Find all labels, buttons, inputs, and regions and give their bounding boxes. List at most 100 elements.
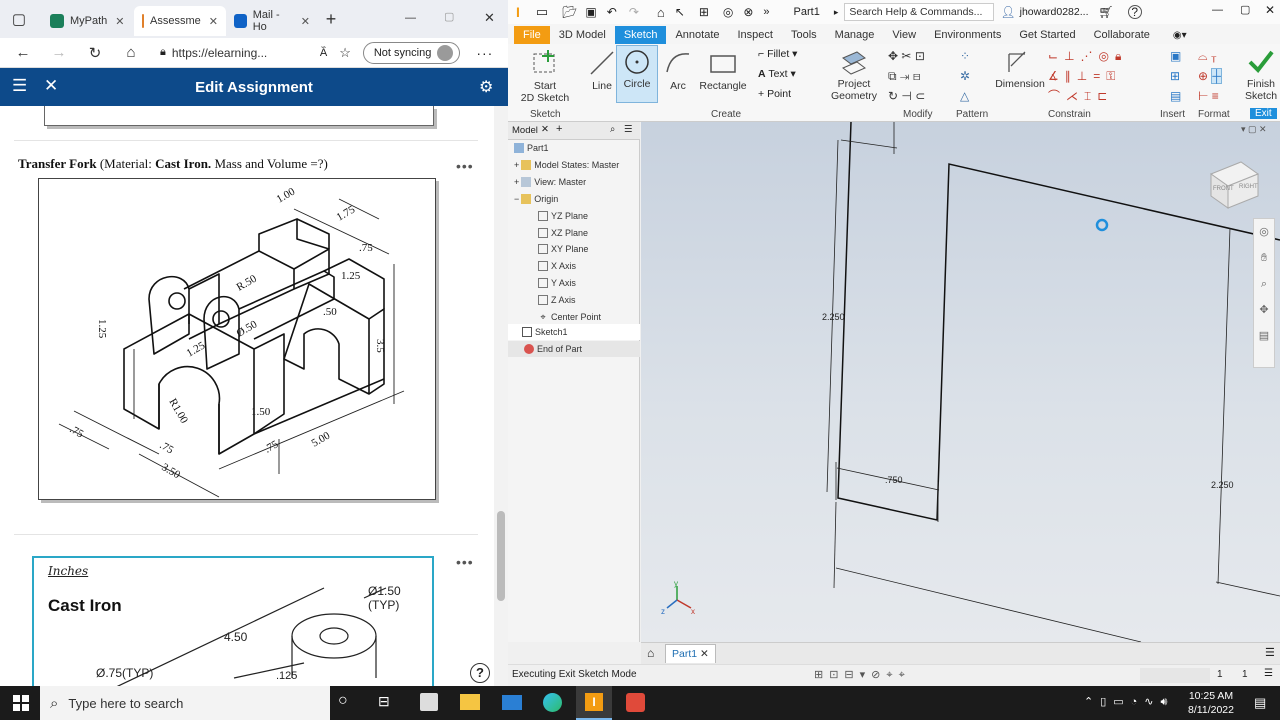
arc-button[interactable]: Arc <box>660 46 696 104</box>
expand-icon[interactable]: ▸ <box>834 7 839 18</box>
update-icon[interactable]: ⊞ <box>699 5 709 19</box>
close-window-icon[interactable]: ✕ <box>1265 3 1275 17</box>
tab-list-icon[interactable]: ☰ <box>1265 646 1275 659</box>
group-label-create[interactable]: Create <box>711 109 741 120</box>
favorite-icon[interactable]: ☆ <box>339 45 351 61</box>
new-file-icon[interactable]: ▭ <box>536 4 548 20</box>
tab-sketch[interactable]: Sketch <box>614 26 667 44</box>
split-icon[interactable]: ⊣ <box>901 89 911 103</box>
undo-icon[interactable]: ↶ <box>607 5 617 19</box>
show-format-icon[interactable]: ≡ <box>1212 89 1219 103</box>
graphics-window-controls[interactable]: ▾ ▢ ✕ <box>1241 124 1267 135</box>
add-panel-icon[interactable]: + <box>556 123 562 135</box>
tab-annotate[interactable]: Annotate <box>666 26 728 44</box>
insert-image-icon[interactable]: ▣ <box>1170 49 1181 63</box>
clear-icon[interactable]: ⊗ <box>743 5 753 19</box>
view-face-icon[interactable]: ▤ <box>1254 323 1274 349</box>
recording-app-icon[interactable] <box>626 693 645 712</box>
home-icon[interactable]: ⌂ <box>118 44 144 61</box>
text-button[interactable]: A Text ▾ <box>758 68 796 82</box>
document-tab-part1[interactable]: Part1 ✕ <box>665 644 716 663</box>
lock-icon[interactable]: 🔒︎ <box>1115 49 1127 63</box>
select-icon[interactable]: ↖ <box>675 5 685 19</box>
rectangle-button[interactable]: Rectangle <box>698 46 748 104</box>
tab-actions-icon[interactable]: ▢ <box>6 10 32 28</box>
help-search-field[interactable]: Search Help & Commands... <box>844 3 995 21</box>
horizontal-icon[interactable]: ⊥ <box>1077 69 1093 83</box>
group-label-constrain[interactable]: Constrain <box>1048 109 1091 120</box>
minimize-icon[interactable]: — <box>1212 4 1223 16</box>
symmetric-icon[interactable]: ⋌ <box>1066 89 1084 103</box>
notifications-icon[interactable]: ▤ <box>1254 695 1266 711</box>
project-geometry-button[interactable]: Project Geometry <box>826 46 882 104</box>
open-icon[interactable]: 📂︎ <box>562 5 577 19</box>
orbit-icon[interactable]: ✥ <box>1254 297 1274 323</box>
tray-icons[interactable]: ⌃▯▭◔∿🔊︎ <box>1084 695 1174 709</box>
steering-wheel-icon[interactable]: ◎ <box>1254 219 1274 245</box>
page-scrollbar[interactable] <box>494 106 508 686</box>
refresh-icon[interactable]: ↻ <box>82 44 108 62</box>
zoom-icon[interactable]: ⌕ <box>1254 271 1274 297</box>
maximize-icon[interactable]: ▢ <box>1240 3 1250 16</box>
url-field[interactable]: https://elearning... <box>166 41 326 65</box>
task-view-icon[interactable]: ⊟ <box>378 693 390 710</box>
store-icon[interactable] <box>420 693 438 711</box>
cortana-icon[interactable]: ○ <box>338 692 348 710</box>
insert-points-icon[interactable]: ⊞ <box>1170 69 1180 83</box>
tab-collaborate[interactable]: Collaborate <box>1085 26 1159 44</box>
tab-file[interactable]: File <box>514 26 550 44</box>
question-more-icon[interactable]: ••• <box>456 158 474 174</box>
cart-icon[interactable]: 🛒︎ <box>1099 5 1114 19</box>
dimension-button[interactable]: Dimension <box>994 46 1046 104</box>
rectangular-pattern-icon[interactable]: ⁘ <box>960 49 970 63</box>
vertical-icon[interactable]: ⌶ <box>1084 89 1097 103</box>
tree-item-center-point[interactable]: ⌖ Center Point <box>538 312 601 322</box>
help-icon[interactable]: ? <box>1127 5 1142 19</box>
more-icon[interactable]: » <box>763 6 769 18</box>
close-tab-icon[interactable]: ✕ <box>301 15 310 28</box>
tab-inspect[interactable]: Inspect <box>729 26 782 44</box>
close-tab-icon[interactable]: ✕ <box>700 648 709 660</box>
smooth-icon[interactable]: ⌒ <box>1048 89 1066 103</box>
perpendicular-icon[interactable]: ⊥ <box>1064 49 1080 63</box>
close-panel-icon[interactable]: ✕ <box>541 124 549 135</box>
tree-item-sketch1[interactable]: Sketch1 <box>508 324 640 340</box>
help-icon[interactable]: ? <box>470 663 490 683</box>
question-more-icon[interactable]: ••• <box>456 554 474 570</box>
show-constraints-icon[interactable]: ⊏ <box>1097 89 1113 103</box>
search-icon[interactable]: ⌕ <box>610 124 615 135</box>
center-line-icon[interactable]: ⊺ <box>1211 49 1217 63</box>
tree-item-xz-plane[interactable]: XZ Plane <box>538 228 588 238</box>
scroll-thumb[interactable] <box>497 511 505 601</box>
tab-view[interactable]: View <box>883 26 925 44</box>
tab-get-started[interactable]: Get Started <box>1010 26 1084 44</box>
tree-item-view[interactable]: + View: Master <box>514 177 586 187</box>
tab-environments[interactable]: Environments <box>925 26 1010 44</box>
move-icon[interactable]: ✥ <box>888 49 898 63</box>
tab-tools[interactable]: Tools <box>782 26 826 44</box>
driven-dimension-icon[interactable]: ⊢ <box>1198 89 1208 103</box>
parallel-icon[interactable]: ∥ <box>1065 69 1077 83</box>
redo-icon[interactable]: ↷ <box>629 5 639 19</box>
menu-icon[interactable]: ☰ <box>624 124 633 135</box>
trim-icon[interactable]: ✂ <box>901 49 911 63</box>
expand-icon[interactable]: + <box>514 160 519 170</box>
read-aloud-icon[interactable]: A᷈ <box>320 47 327 59</box>
edge-icon[interactable] <box>543 693 562 712</box>
expand-icon[interactable]: + <box>514 177 519 187</box>
tree-item-xy-plane[interactable]: XY Plane <box>538 244 588 254</box>
tab-manage[interactable]: Manage <box>826 26 884 44</box>
close-tab-icon[interactable]: ✕ <box>209 15 218 28</box>
finish-sketch-button[interactable]: Finish Sketch <box>1242 46 1280 104</box>
fillet-button[interactable]: ⌐ Fillet ▾ <box>758 48 797 62</box>
equal-icon[interactable]: = <box>1093 69 1106 83</box>
coincident-icon[interactable]: ⌙ <box>1048 49 1064 63</box>
rotate-icon[interactable]: ↻ <box>888 89 898 103</box>
circular-pattern-icon[interactable]: ✲ <box>960 69 970 83</box>
pan-icon[interactable]: ✋︎ <box>1254 245 1274 271</box>
minimize-icon[interactable]: — <box>405 12 416 24</box>
resize-grip-icon[interactable]: ☰ <box>1264 668 1273 679</box>
offset-icon[interactable]: ⊂ <box>915 89 925 103</box>
tree-item-y-axis[interactable]: Y Axis <box>538 278 576 288</box>
group-label-format[interactable]: Format <box>1198 109 1230 120</box>
